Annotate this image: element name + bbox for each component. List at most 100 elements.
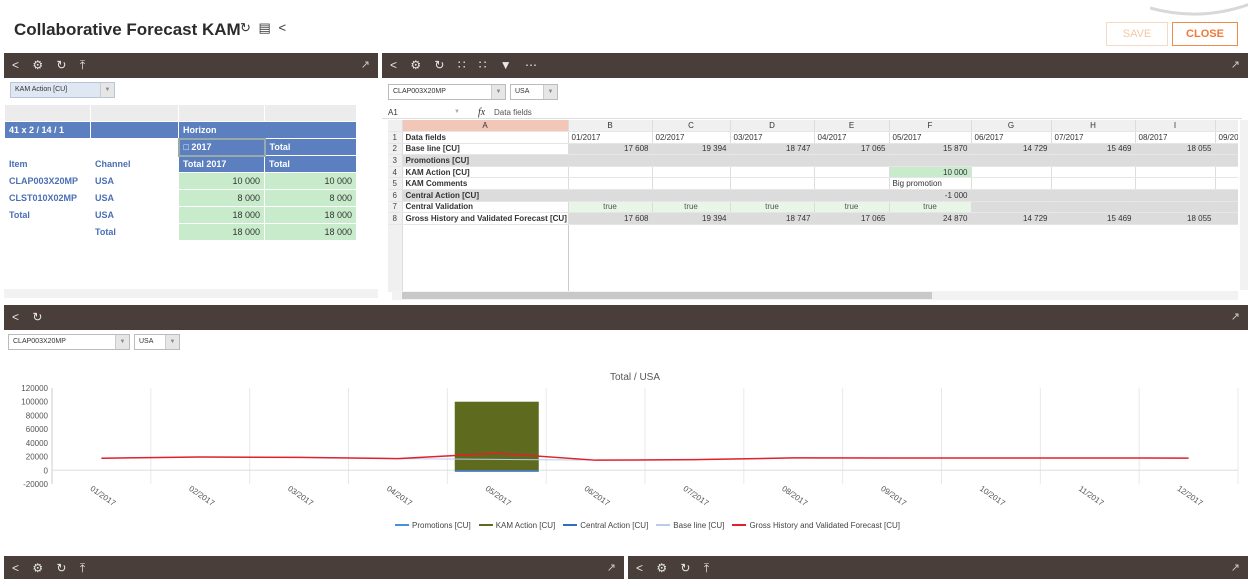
bar-2-4[interactable] xyxy=(454,470,539,472)
column-header[interactable]: C xyxy=(652,120,731,133)
cell[interactable] xyxy=(1135,201,1216,214)
row-label[interactable]: Central Validation xyxy=(402,201,569,214)
table-row[interactable]: Total 18 000 18 000 xyxy=(4,223,357,241)
col-channel[interactable]: Channel xyxy=(90,155,179,173)
toolbar-icons[interactable]: < ↻ xyxy=(12,310,47,324)
cell[interactable]: 18 747 xyxy=(730,212,815,225)
cell[interactable] xyxy=(971,154,1052,167)
cell[interactable] xyxy=(652,166,731,179)
formula-input[interactable]: Data fields xyxy=(494,106,532,119)
toolbar-icons[interactable]: < ⚙ ↻ ∷ ∷ ▼ ⋯ xyxy=(390,58,542,72)
cell[interactable]: 15 870 xyxy=(889,143,972,156)
cell[interactable] xyxy=(814,177,890,191)
cell[interactable] xyxy=(568,189,653,202)
cell[interactable] xyxy=(1215,143,1238,156)
row-label[interactable]: Central Action [CU] xyxy=(402,189,569,202)
cell[interactable]: 17 608 xyxy=(568,143,653,156)
cell[interactable] xyxy=(568,177,653,191)
row-label[interactable]: Data fields xyxy=(402,131,569,144)
cell[interactable]: true xyxy=(814,201,890,214)
cell[interactable]: 18 747 xyxy=(730,143,815,156)
legend-item[interactable]: Gross History and Validated Forecast [CU… xyxy=(732,520,904,530)
cell[interactable]: -1 000 xyxy=(889,189,972,202)
row-number[interactable]: 4 xyxy=(388,166,403,179)
cell[interactable] xyxy=(1051,201,1136,214)
cell[interactable] xyxy=(1051,154,1136,167)
cell[interactable] xyxy=(1135,177,1216,191)
cell[interactable] xyxy=(814,154,890,167)
cell[interactable]: 06/2017 xyxy=(971,131,1052,144)
spreadsheet-scrollbar[interactable] xyxy=(392,291,1238,300)
expand-icon[interactable]: ↗ xyxy=(361,58,370,71)
toolbar-icons[interactable]: < ⚙ ↻ ⤒ xyxy=(12,561,90,576)
expand-icon[interactable]: ↗ xyxy=(1231,310,1240,323)
cell[interactable]: 18 055 xyxy=(1135,212,1216,225)
save-button[interactable]: SAVE xyxy=(1106,22,1168,46)
cell[interactable]: Big promotion xyxy=(889,177,972,191)
col-item[interactable]: Item xyxy=(4,155,91,173)
row-number[interactable]: 1 xyxy=(388,131,403,144)
cell[interactable]: 17 065 xyxy=(814,212,890,225)
cell[interactable]: 08/2017 xyxy=(1135,131,1216,144)
table-row[interactable]: 7 Central Validation true true true true true xyxy=(388,201,1238,214)
row-number[interactable]: 7 xyxy=(388,201,403,214)
cell[interactable] xyxy=(568,166,653,179)
cell[interactable] xyxy=(1135,166,1216,179)
cell[interactable] xyxy=(1051,177,1136,191)
toolbar-icons[interactable]: < ⚙ ↻ ⤒ xyxy=(636,561,714,576)
cell[interactable] xyxy=(1215,166,1238,179)
chevron-down-icon[interactable]: ▼ xyxy=(454,106,460,119)
cell[interactable] xyxy=(568,154,653,167)
cell[interactable] xyxy=(1215,201,1238,214)
channel-select[interactable]: USA ▼ xyxy=(510,84,558,100)
cell[interactable]: 07/2017 xyxy=(1051,131,1136,144)
chart-item-select[interactable]: CLAP003X20MP ▼ xyxy=(8,334,130,350)
row-number[interactable]: 5 xyxy=(388,177,403,191)
table-row[interactable]: 3 Promotions [CU] xyxy=(388,154,1238,167)
row-label[interactable]: KAM Action [CU] xyxy=(402,166,569,179)
cell[interactable]: 02/2017 xyxy=(652,131,731,144)
cell[interactable]: 17 065 xyxy=(814,143,890,156)
column-header[interactable]: I xyxy=(1135,120,1216,133)
cell[interactable] xyxy=(1215,154,1238,167)
cell[interactable]: 15 469 xyxy=(1051,212,1136,225)
cell[interactable]: 15 469 xyxy=(1051,143,1136,156)
expand-icon[interactable]: ↗ xyxy=(607,561,616,574)
cell[interactable]: 05/2017 xyxy=(889,131,972,144)
table-row[interactable]: CLAP003X20MP USA 10 000 10 000 xyxy=(4,172,357,190)
cell[interactable]: 10 000 xyxy=(889,166,972,179)
cell[interactable] xyxy=(971,166,1052,179)
cell[interactable] xyxy=(889,154,972,167)
column-header[interactable]: H xyxy=(1051,120,1136,133)
row-label[interactable]: Base line [CU] xyxy=(402,143,569,156)
column-header[interactable]: A xyxy=(402,120,569,133)
cell[interactable]: true xyxy=(568,201,653,214)
horizon-header[interactable]: Horizon xyxy=(178,121,357,139)
cell[interactable]: 24 870 xyxy=(889,212,972,225)
cell[interactable] xyxy=(730,166,815,179)
cell[interactable] xyxy=(971,177,1052,191)
cell[interactable] xyxy=(730,154,815,167)
formula-bar[interactable]: A1 ▼ fx Data fields xyxy=(382,106,1242,119)
column-header[interactable]: E xyxy=(814,120,890,133)
row-number[interactable]: 6 xyxy=(388,189,403,202)
item-select[interactable]: CLAP003X20MP ▼ xyxy=(388,84,506,100)
row-number[interactable]: 2 xyxy=(388,143,403,156)
cell[interactable]: 17 608 xyxy=(568,212,653,225)
legend-item[interactable]: KAM Action [CU] xyxy=(478,520,560,530)
row-number[interactable]: 3 xyxy=(388,154,403,167)
chart-channel-select[interactable]: USA ▼ xyxy=(134,334,180,350)
row-number[interactable]: 8 xyxy=(388,212,403,225)
row-label[interactable]: Gross History and Validated Forecast [CU… xyxy=(402,212,569,225)
close-button[interactable]: CLOSE xyxy=(1172,22,1238,46)
year-header[interactable]: □ 2017 xyxy=(177,137,266,157)
cell[interactable] xyxy=(1215,177,1238,191)
table-row[interactable]: Total USA 18 000 18 000 xyxy=(4,206,357,224)
legend-item[interactable]: Base line [CU] xyxy=(656,520,728,530)
cell[interactable]: 18 055 xyxy=(1135,143,1216,156)
cell[interactable] xyxy=(652,154,731,167)
table-row[interactable]: 5 KAM Comments Big promotion xyxy=(388,177,1238,191)
column-header[interactable]: F xyxy=(889,120,972,133)
cell[interactable] xyxy=(1135,189,1216,202)
share-icon[interactable]: < xyxy=(278,20,288,35)
